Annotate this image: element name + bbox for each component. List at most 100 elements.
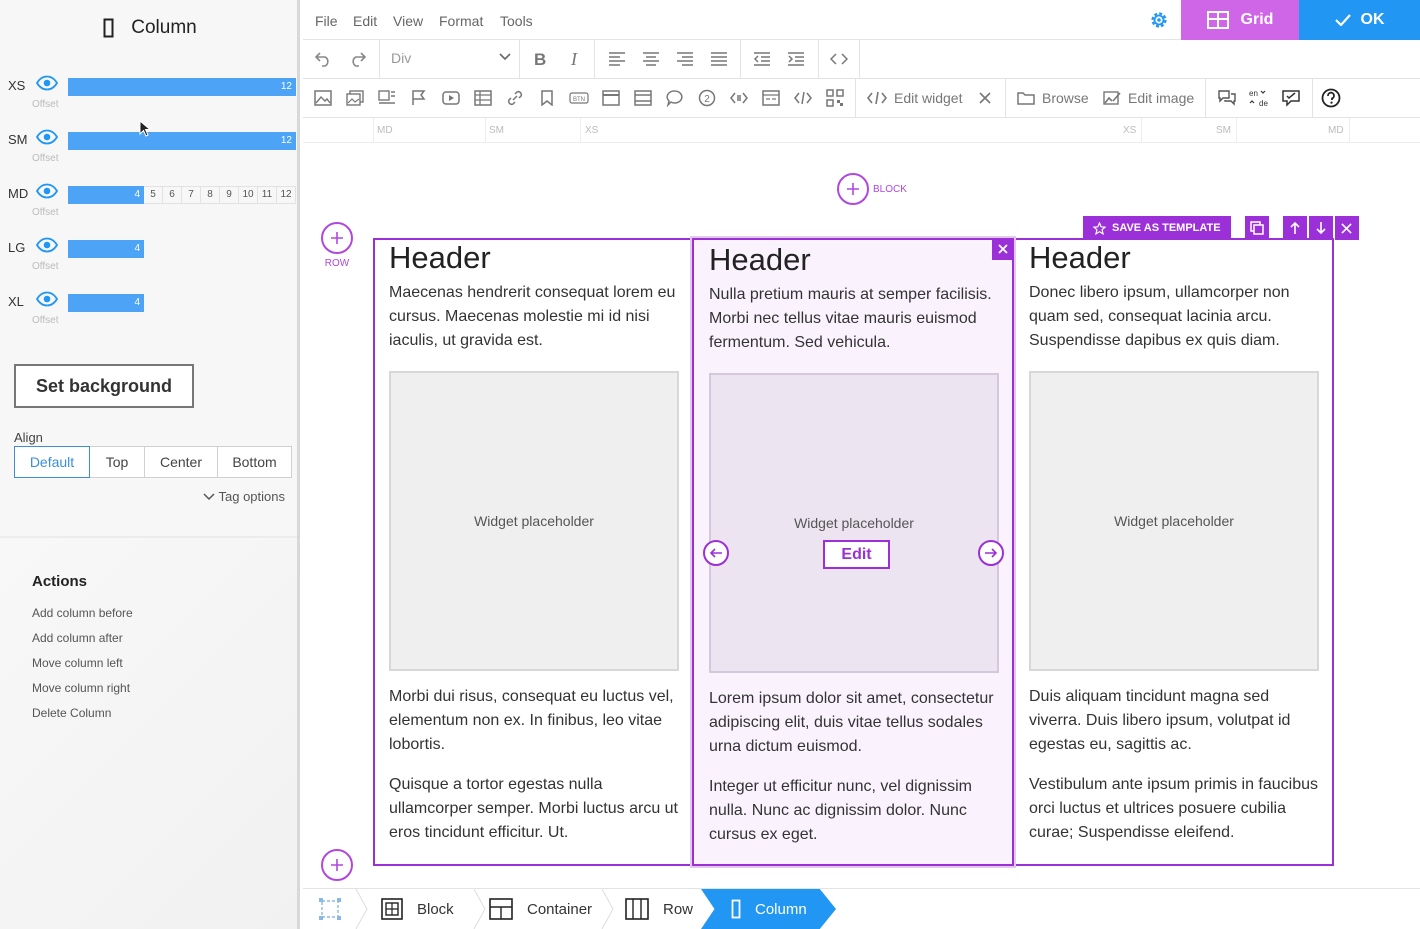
table-icon[interactable] bbox=[473, 88, 493, 108]
close-widget-icon[interactable] bbox=[975, 88, 995, 108]
image-text-icon[interactable] bbox=[377, 88, 397, 108]
breakpoint-slider[interactable]: 5 6 7 8 9 10 11 12 4 bbox=[68, 186, 296, 204]
eye-icon[interactable] bbox=[36, 237, 58, 253]
button-widget-icon[interactable]: BTN bbox=[569, 88, 589, 108]
move-column-right-link[interactable]: Move column right bbox=[32, 681, 130, 695]
breakpoint-slider[interactable]: 12 bbox=[68, 78, 296, 96]
set-background-button[interactable]: Set background bbox=[14, 364, 194, 408]
delete-column-link[interactable]: Delete Column bbox=[32, 706, 111, 720]
align-default-button[interactable]: Default bbox=[14, 446, 90, 478]
source-code-icon[interactable] bbox=[829, 49, 849, 69]
tag-options-toggle[interactable]: Tag options bbox=[202, 489, 285, 504]
link-icon[interactable] bbox=[505, 88, 525, 108]
column-header[interactable]: Header bbox=[1029, 240, 1131, 276]
widget-placeholder[interactable]: Widget placeholder bbox=[1029, 371, 1319, 671]
column-paragraph[interactable]: Quisque a tortor egestas nulla ullamcorp… bbox=[389, 773, 684, 845]
column-paragraph[interactable]: Duis aliquam tincidunt magna sed viverra… bbox=[1029, 685, 1324, 757]
number-badge-icon[interactable]: 2 bbox=[697, 88, 717, 108]
breadcrumb-container[interactable]: Container bbox=[489, 889, 592, 929]
breadcrumb-row[interactable]: Row bbox=[625, 889, 693, 929]
slider-fill[interactable]: 12 bbox=[68, 132, 296, 150]
italic-icon[interactable]: I bbox=[565, 49, 585, 69]
slider-tick[interactable]: 12 bbox=[277, 186, 296, 204]
column-paragraph[interactable]: Nulla pretium mauris at semper facilisis… bbox=[709, 283, 1004, 355]
eye-icon[interactable] bbox=[36, 183, 58, 199]
column-header[interactable]: Header bbox=[709, 242, 811, 278]
sections-icon[interactable] bbox=[633, 88, 653, 108]
image-icon[interactable] bbox=[313, 88, 333, 108]
move-left-arrow-icon[interactable] bbox=[703, 540, 729, 566]
slider-fill[interactable]: 4 bbox=[68, 186, 144, 204]
menu-format[interactable]: Format bbox=[439, 13, 483, 29]
undo-icon[interactable] bbox=[313, 49, 333, 69]
add-block-button[interactable]: BLOCK bbox=[837, 173, 907, 205]
add-column-after-link[interactable]: Add column after bbox=[32, 631, 123, 645]
add-row-bottom-button[interactable] bbox=[321, 849, 353, 881]
video-icon[interactable] bbox=[441, 88, 461, 108]
menu-edit[interactable]: Edit bbox=[353, 13, 377, 29]
speech-bubble-icon[interactable] bbox=[665, 88, 685, 108]
align-justify-icon[interactable] bbox=[709, 49, 729, 69]
column-paragraph[interactable]: Vestibulum ante ipsum primis in faucibus… bbox=[1029, 773, 1324, 845]
html-code-icon[interactable] bbox=[793, 88, 813, 108]
duplicate-icon[interactable] bbox=[1244, 216, 1269, 240]
gear-icon[interactable] bbox=[1149, 10, 1169, 30]
slider-tick[interactable]: 8 bbox=[201, 186, 220, 204]
column-paragraph[interactable]: Lorem ipsum dolor sit amet, consectetur … bbox=[709, 687, 1004, 759]
edit-widget-button[interactable]: Edit widget bbox=[867, 90, 962, 106]
column-paragraph[interactable]: Integer ut efficitur nunc, vel dignissim… bbox=[709, 775, 1004, 847]
redo-icon[interactable] bbox=[348, 49, 368, 69]
align-top-button[interactable]: Top bbox=[90, 446, 145, 478]
column-paragraph[interactable]: Donec libero ipsum, ullamcorper non quam… bbox=[1029, 281, 1324, 353]
select-element-icon[interactable] bbox=[317, 889, 343, 929]
slider-tick[interactable]: 10 bbox=[239, 186, 258, 204]
breadcrumb-column-active[interactable]: Column bbox=[701, 889, 836, 929]
align-bottom-button[interactable]: Bottom bbox=[218, 446, 292, 478]
slider-tick[interactable]: 5 bbox=[144, 186, 163, 204]
breakpoint-slider[interactable]: 4 bbox=[68, 240, 296, 258]
column-header[interactable]: Header bbox=[389, 240, 491, 276]
column-1[interactable]: Header Maecenas hendrerit consequat lore… bbox=[374, 238, 694, 866]
slider-fill[interactable]: 4 bbox=[68, 294, 144, 312]
add-column-before-link[interactable]: Add column before bbox=[32, 606, 133, 620]
delete-column-icon[interactable] bbox=[992, 238, 1014, 260]
align-right-icon[interactable] bbox=[675, 49, 695, 69]
widget-placeholder[interactable]: Widget placeholder bbox=[389, 371, 679, 671]
edit-widget-inline-button[interactable]: Edit bbox=[823, 540, 890, 569]
column-2-selected[interactable]: Header Nulla pretium mauris at semper fa… bbox=[690, 236, 1016, 868]
embed-icon[interactable] bbox=[729, 88, 749, 108]
align-left-icon[interactable] bbox=[607, 49, 627, 69]
panel-icon[interactable] bbox=[601, 88, 621, 108]
menu-view[interactable]: View bbox=[393, 13, 423, 29]
delete-row-icon[interactable] bbox=[1334, 216, 1359, 240]
bookmark-icon[interactable] bbox=[537, 88, 557, 108]
grid-button[interactable]: Grid bbox=[1181, 0, 1299, 40]
align-center-icon[interactable] bbox=[641, 49, 661, 69]
breadcrumb-block[interactable]: Block bbox=[381, 889, 454, 929]
slider-fill[interactable]: 4 bbox=[68, 240, 144, 258]
widget-placeholder[interactable]: Widget placeholder Edit bbox=[709, 373, 999, 673]
bold-icon[interactable]: B bbox=[530, 49, 550, 69]
menu-tools[interactable]: Tools bbox=[500, 13, 533, 29]
slider-tick[interactable]: 11 bbox=[258, 186, 277, 204]
block-format-select[interactable]: Div bbox=[391, 50, 511, 66]
translate-icon[interactable]: en de bbox=[1248, 88, 1272, 108]
ok-button[interactable]: OK bbox=[1299, 0, 1420, 40]
slider-tick[interactable]: 9 bbox=[220, 186, 239, 204]
outdent-icon[interactable] bbox=[752, 49, 772, 69]
column-3[interactable]: Header Donec libero ipsum, ullamcorper n… bbox=[1014, 238, 1334, 866]
align-center-button[interactable]: Center bbox=[145, 446, 218, 478]
spellcheck-icon[interactable] bbox=[1281, 88, 1301, 108]
comments-icon[interactable] bbox=[1217, 88, 1237, 108]
edit-image-button[interactable]: Edit image bbox=[1103, 90, 1194, 106]
browse-button[interactable]: Browse bbox=[1017, 90, 1089, 106]
help-icon[interactable] bbox=[1321, 88, 1341, 108]
add-row-button[interactable]: ROW bbox=[321, 222, 353, 269]
move-column-left-link[interactable]: Move column left bbox=[32, 656, 123, 670]
form-icon[interactable] bbox=[761, 88, 781, 108]
save-as-template-button[interactable]: SAVE AS TEMPLATE bbox=[1083, 216, 1231, 240]
menu-file[interactable]: File bbox=[315, 13, 338, 29]
column-paragraph[interactable]: Morbi dui risus, consequat eu luctus vel… bbox=[389, 685, 684, 757]
slider-tick[interactable]: 7 bbox=[182, 186, 201, 204]
flag-icon[interactable] bbox=[409, 88, 429, 108]
